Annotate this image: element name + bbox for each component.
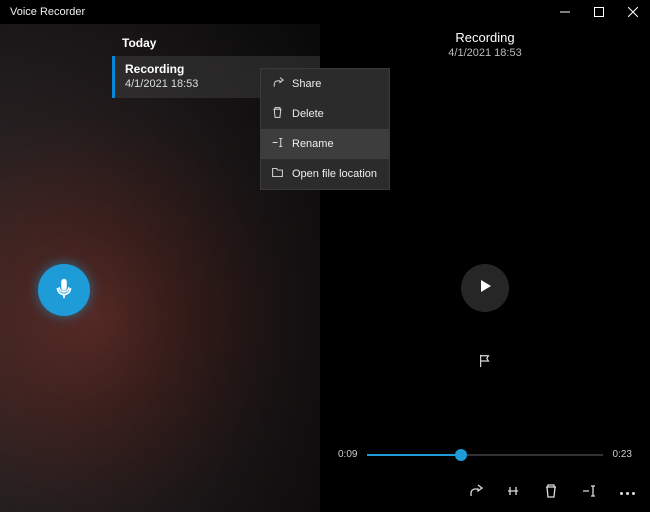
record-button[interactable]	[38, 264, 90, 316]
share-icon	[271, 76, 284, 92]
folder-icon	[271, 166, 284, 182]
trash-icon	[543, 483, 559, 504]
rename-icon	[271, 136, 284, 152]
context-delete[interactable]: Delete	[261, 99, 389, 129]
trash-icon	[271, 106, 284, 122]
play-button[interactable]	[461, 264, 509, 312]
window-controls	[548, 0, 650, 24]
context-share[interactable]: Share	[261, 69, 389, 99]
context-rename[interactable]: Rename	[261, 129, 389, 159]
voice-recorder-app: Voice Recorder Today Recording 4/1/2021 …	[0, 0, 650, 512]
delete-button[interactable]	[542, 484, 560, 502]
trim-icon	[505, 483, 521, 504]
bottom-toolbar	[466, 484, 636, 502]
current-time: 0:09	[338, 449, 357, 460]
context-rename-label: Rename	[292, 138, 334, 150]
seek-thumb[interactable]	[455, 449, 467, 461]
context-delete-label: Delete	[292, 108, 324, 120]
share-icon	[467, 483, 483, 504]
rename-icon	[581, 483, 597, 504]
play-icon	[477, 278, 493, 299]
mic-icon	[53, 277, 75, 304]
titlebar: Voice Recorder	[0, 0, 650, 24]
context-share-label: Share	[292, 78, 321, 90]
more-button[interactable]	[618, 484, 636, 502]
group-header-today: Today	[112, 30, 320, 56]
trim-button[interactable]	[504, 484, 522, 502]
more-icon	[620, 492, 635, 495]
detail-date: 4/1/2021 18:53	[448, 47, 521, 59]
detail-title: Recording	[448, 30, 521, 45]
duration: 0:23	[613, 449, 632, 460]
seek-track[interactable]	[367, 454, 602, 456]
maximize-button[interactable]	[582, 0, 616, 24]
detail-header: Recording 4/1/2021 18:53	[448, 30, 521, 59]
context-open-location[interactable]: Open file location	[261, 159, 389, 189]
context-menu: Share Delete Rename Open file location	[260, 68, 390, 190]
timeline: 0:09 0:23	[338, 449, 632, 460]
rename-button[interactable]	[580, 484, 598, 502]
minimize-button[interactable]	[548, 0, 582, 24]
share-button[interactable]	[466, 484, 484, 502]
add-marker-button[interactable]	[476, 354, 494, 372]
close-button[interactable]	[616, 0, 650, 24]
flag-icon	[478, 354, 492, 373]
context-open-location-label: Open file location	[292, 168, 377, 180]
app-title: Voice Recorder	[10, 6, 85, 18]
seek-fill	[367, 454, 461, 456]
